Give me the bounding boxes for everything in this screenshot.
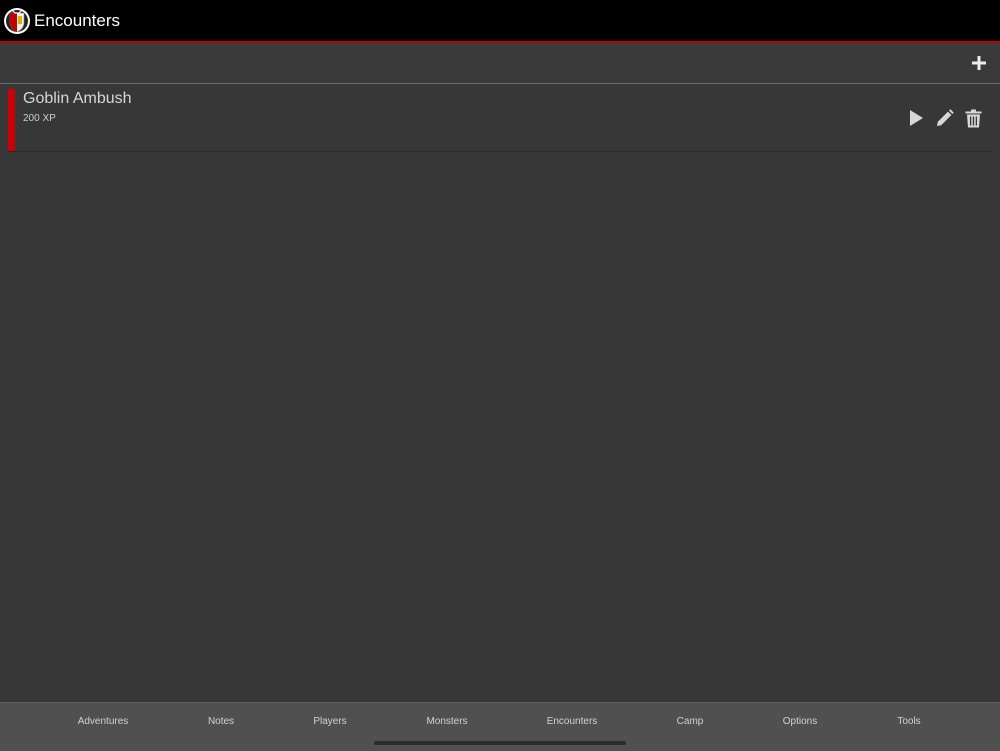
tab-bar: Adventures Notes Players Monsters Encoun… xyxy=(0,702,1000,751)
run-encounter-button[interactable] xyxy=(905,108,926,128)
pencil-icon xyxy=(937,108,954,126)
tab-camp[interactable]: Camp xyxy=(677,716,704,727)
tab-encounters[interactable]: Encounters xyxy=(547,716,598,727)
encounter-name: Goblin Ambush xyxy=(23,90,132,107)
tab-players[interactable]: Players xyxy=(313,716,346,727)
encounter-actions xyxy=(905,108,984,128)
title-bar: Encounters xyxy=(0,0,1000,43)
encounter-row[interactable]: Goblin Ambush 200 XP xyxy=(8,84,992,152)
difficulty-indicator xyxy=(8,89,15,151)
encounter-xp: 200 XP xyxy=(23,113,56,124)
trash-icon xyxy=(965,109,982,127)
tab-tools[interactable]: Tools xyxy=(897,716,920,727)
add-encounter-button[interactable] xyxy=(968,52,990,74)
page-title: Encounters xyxy=(34,10,120,30)
edit-encounter-button[interactable] xyxy=(934,108,955,128)
shield-logo-icon xyxy=(2,6,32,36)
toolbar xyxy=(0,43,1000,84)
tab-notes[interactable]: Notes xyxy=(208,716,234,727)
tab-adventures[interactable]: Adventures xyxy=(78,716,129,727)
tab-options[interactable]: Options xyxy=(783,716,817,727)
tab-monsters[interactable]: Monsters xyxy=(426,716,467,727)
delete-encounter-button[interactable] xyxy=(963,108,984,128)
encounter-list: Goblin Ambush 200 XP xyxy=(0,84,1000,152)
play-icon xyxy=(909,110,923,126)
home-indicator xyxy=(374,741,626,745)
plus-icon xyxy=(972,56,986,70)
